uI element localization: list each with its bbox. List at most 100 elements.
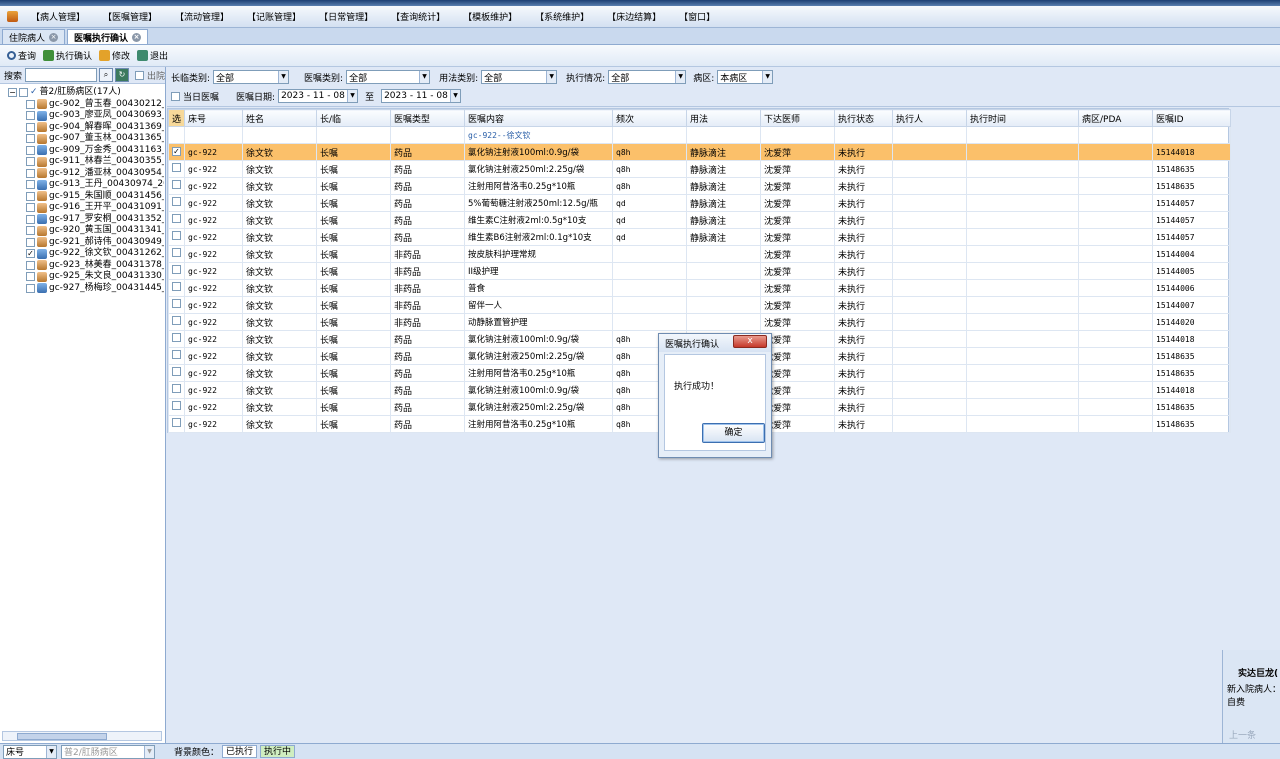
horizontal-scrollbar[interactable] — [2, 731, 162, 741]
tree-patient-item[interactable]: gc-916_王开平_00431091_ — [26, 202, 164, 214]
tree-patient-item[interactable]: gc-909_万金秀_00431163_ — [26, 145, 164, 157]
row-select-cell[interactable] — [168, 228, 185, 246]
row-select-cell[interactable] — [168, 364, 185, 382]
column-header[interactable]: 执行人 — [892, 109, 967, 127]
row-checkbox[interactable] — [172, 248, 181, 257]
patient-checkbox[interactable] — [26, 283, 35, 293]
column-header[interactable]: 选 — [168, 109, 185, 127]
row-select-cell[interactable] — [168, 296, 185, 314]
refresh-button[interactable]: ↻ — [115, 68, 129, 82]
menu-daily[interactable]: 【日常管理】 — [316, 10, 376, 23]
row-select-cell[interactable] — [168, 313, 185, 331]
row-checkbox[interactable] — [172, 265, 181, 274]
table-row[interactable]: gc-922 徐文钦 长嘱 药品 维生素C注射液2ml:0.5g*10支 qd 静脉滴注 沈爱… — [168, 211, 1231, 229]
menu-billing[interactable]: 【记账管理】 — [244, 10, 304, 23]
row-checkbox[interactable] — [172, 163, 181, 172]
patient-checkbox[interactable] — [26, 122, 35, 132]
patient-checkbox[interactable] — [26, 168, 35, 178]
ward-select[interactable]: 本病区 ▼ — [717, 70, 774, 84]
row-checkbox[interactable] — [172, 282, 181, 291]
close-icon[interactable]: × — [49, 32, 59, 42]
menu-orders[interactable]: 【医嘱管理】 — [100, 10, 160, 23]
menu-bedside[interactable]: 【床边结算】 — [604, 10, 664, 23]
patient-checkbox[interactable] — [26, 191, 35, 201]
row-checkbox[interactable] — [172, 384, 181, 393]
row-select-cell[interactable] — [168, 398, 185, 416]
menu-system[interactable]: 【系统维护】 — [532, 10, 592, 23]
row-checkbox[interactable] — [172, 350, 181, 359]
prev-button[interactable]: 上一条 — [1229, 728, 1256, 741]
patient-checkbox[interactable] — [26, 272, 35, 282]
column-header[interactable]: 下达医师 — [760, 109, 835, 127]
expand-icon[interactable]: − — [8, 88, 17, 98]
row-select-cell[interactable] — [168, 211, 185, 229]
table-row[interactable]: gc-922 徐文钦 长嘱 非药品 普食 沈爱萍 未执行 15144006 — [168, 279, 1231, 297]
order-type-select[interactable]: 全部 ▼ — [346, 70, 431, 84]
tree-patient-item[interactable]: gc-902_曾玉春_00430212_ — [26, 99, 164, 111]
tree-patient-item[interactable]: gc-911_林春兰_00430355_ — [26, 156, 164, 168]
tree-patient-item[interactable]: gc-925_朱文良_00431330_ — [26, 271, 164, 283]
row-select-cell[interactable] — [168, 194, 185, 212]
patient-checkbox[interactable] — [26, 203, 35, 213]
tree-patient-item[interactable]: gc-917_罗安桐_00431352_ — [26, 214, 164, 226]
tab-order-confirm[interactable]: 医嘱执行确认 × — [67, 29, 149, 44]
row-checkbox[interactable] — [172, 299, 181, 308]
table-row[interactable]: gc-922 徐文钦 长嘱 药品 5%葡萄糖注射液250ml:12.5g/瓶 qd 静脉滴注… — [168, 194, 1231, 212]
row-select-cell[interactable] — [168, 245, 185, 263]
tree-patient-item[interactable]: gc-921_郝诗伟_00430949_ — [26, 237, 164, 249]
menu-patient[interactable]: 【病人管理】 — [28, 10, 88, 23]
row-checkbox[interactable] — [172, 333, 181, 342]
row-select-cell[interactable] — [168, 279, 185, 297]
row-checkbox[interactable] — [172, 197, 181, 206]
row-checkbox[interactable] — [172, 401, 181, 410]
patient-checkbox[interactable] — [26, 226, 35, 236]
row-select-cell[interactable] — [168, 177, 185, 195]
column-header[interactable]: 长/临 — [316, 109, 391, 127]
search-button[interactable]: ⌕ — [99, 68, 113, 82]
row-checkbox[interactable]: ✓ — [172, 147, 181, 156]
today-checkbox[interactable] — [171, 91, 180, 101]
column-header[interactable]: 执行时间 — [966, 109, 1079, 127]
column-header[interactable]: 医嘱ID — [1152, 109, 1231, 127]
menu-template[interactable]: 【模板维护】 — [460, 10, 520, 23]
tab-inpatient[interactable]: 住院病人 × — [2, 29, 66, 44]
bed-select[interactable]: 床号 ▼ — [3, 744, 57, 759]
ward-status-select[interactable]: 普2/肛肠病区 ▼ — [61, 744, 155, 759]
table-row[interactable]: gc-922 徐文钦 长嘱 非药品 II级护理 沈爱萍 未执行 15144005 — [168, 262, 1231, 280]
row-checkbox[interactable] — [172, 367, 181, 376]
patient-checkbox[interactable] — [26, 145, 35, 155]
row-select-cell[interactable] — [168, 160, 185, 178]
menu-window[interactable]: 【窗口】 — [676, 10, 718, 23]
tree-patient-item[interactable]: ✓ gc-922_徐文钦_00431262_ — [26, 248, 164, 260]
tree-patient-item[interactable]: gc-913_王丹_00430974_20 — [26, 179, 164, 191]
column-header[interactable]: 用法 — [686, 109, 761, 127]
row-select-cell[interactable] — [168, 415, 185, 433]
modify-button[interactable]: 修改 — [99, 49, 130, 62]
column-header[interactable]: 执行状态 — [834, 109, 893, 127]
tree-patient-item[interactable]: gc-915_朱国顺_00431456_ — [26, 191, 164, 203]
usage-select[interactable]: 全部 ▼ — [481, 70, 558, 84]
column-header[interactable]: 病区/PDA — [1078, 109, 1153, 127]
table-row[interactable]: gc-922 徐文钦 长嘱 药品 注射用阿昔洛韦0.25g*10瓶 q8h 静脉滴注 沈爱萍未… — [168, 177, 1231, 195]
tree-patient-item[interactable]: gc-912_潘亚林_00430954_ — [26, 168, 164, 180]
date-to-picker[interactable]: 2023 - 11 - 08 ▼ — [381, 89, 462, 103]
tree-root[interactable]: − ✓ 普2/肛肠病区(17人) — [8, 87, 164, 99]
patient-checkbox[interactable] — [26, 180, 35, 190]
tree-patient-item[interactable]: gc-923_林美春_00431378_ — [26, 260, 164, 272]
menu-query[interactable]: 【查询统计】 — [388, 10, 448, 23]
tree-patient-item[interactable]: gc-903_廖亚凤_00430693_ — [26, 110, 164, 122]
patient-checkbox[interactable] — [26, 237, 35, 247]
patient-checkbox[interactable] — [26, 111, 35, 121]
root-checkbox[interactable] — [19, 88, 28, 98]
ok-button[interactable]: 确定 — [702, 423, 765, 443]
patient-checkbox[interactable]: ✓ — [26, 249, 35, 259]
exec-select[interactable]: 全部 ▼ — [608, 70, 687, 84]
table-row[interactable]: gc-922 徐文钦 长嘱 药品 氯化钠注射液250ml:2.25g/袋 q8h 静脉滴注沈… — [168, 160, 1231, 178]
tree-patient-item[interactable]: gc-927_杨梅珍_00431445_ — [26, 283, 164, 295]
tree-patient-item[interactable]: gc-904_解春晖_00431369_ — [26, 122, 164, 134]
row-checkbox[interactable] — [172, 180, 181, 189]
query-button[interactable]: 查询 — [7, 49, 36, 62]
column-header[interactable]: 医嘱内容 — [464, 109, 613, 127]
row-checkbox[interactable] — [172, 231, 181, 240]
menu-flow[interactable]: 【流动管理】 — [172, 10, 232, 23]
